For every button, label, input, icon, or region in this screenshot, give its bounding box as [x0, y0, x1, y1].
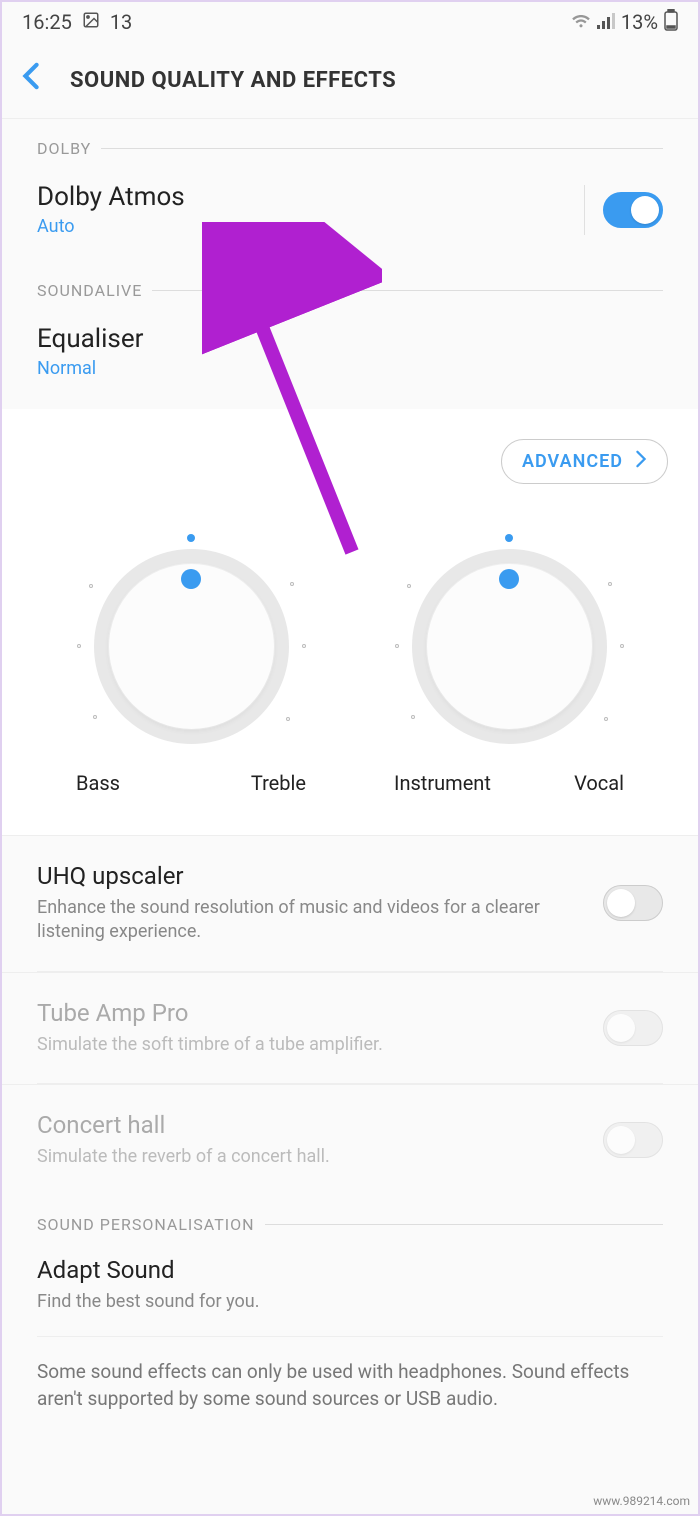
header: SOUND QUALITY AND EFFECTS	[2, 42, 698, 118]
chevron-right-icon	[635, 450, 647, 473]
instrument-vocal-dial[interactable]	[397, 534, 622, 759]
concert-hall-item: Concert hall Simulate the reverb of a co…	[2, 1084, 698, 1195]
dials-row: Bass Treble Instrument Vocal	[2, 514, 698, 795]
notification-count: 13	[110, 10, 132, 34]
image-icon	[82, 10, 100, 34]
dial-panel: ADVANCED Bass Treble	[2, 409, 698, 835]
battery-icon	[664, 9, 678, 36]
dolby-atmos-sub: Auto	[37, 216, 185, 237]
page-title: SOUND QUALITY AND EFFECTS	[70, 68, 396, 93]
watermark: www.989214.com	[593, 1494, 690, 1508]
status-right: 13%	[571, 9, 678, 36]
instrument-label: Instrument	[394, 771, 491, 795]
adapt-desc: Find the best sound for you.	[37, 1290, 663, 1314]
personalisation-header: SOUND PERSONALISATION	[37, 1215, 663, 1234]
bass-label: Bass	[76, 771, 120, 795]
bass-treble-dial-group: Bass Treble	[76, 534, 306, 795]
soundalive-header: SOUNDALIVE	[37, 281, 663, 300]
personalisation-section: SOUND PERSONALISATION Adapt Sound Find t…	[2, 1215, 698, 1336]
adapt-sound-item[interactable]: Adapt Sound Find the best sound for you.	[37, 1234, 663, 1336]
wifi-icon	[571, 10, 591, 34]
tube-title: Tube Amp Pro	[37, 999, 583, 1027]
dolby-atmos-title: Dolby Atmos	[37, 182, 185, 212]
vocal-label: Vocal	[574, 771, 624, 795]
bass-treble-dial[interactable]	[79, 534, 304, 759]
adapt-title: Adapt Sound	[37, 1256, 663, 1284]
dolby-section: DOLBY Dolby Atmos Auto SOUNDALIVE Equali…	[2, 139, 698, 399]
status-time: 16:25	[22, 10, 72, 34]
dolby-atmos-item[interactable]: Dolby Atmos Auto	[37, 158, 663, 261]
uhq-title: UHQ upscaler	[37, 862, 583, 890]
personalisation-label: SOUND PERSONALISATION	[37, 1215, 255, 1234]
divider	[2, 118, 698, 119]
uhq-item[interactable]: UHQ upscaler Enhance the sound resolutio…	[2, 835, 698, 971]
equaliser-item[interactable]: Equaliser Normal	[37, 300, 663, 399]
tube-desc: Simulate the soft timbre of a tube ampli…	[37, 1033, 583, 1057]
status-left: 16:25 13	[22, 10, 132, 34]
status-bar: 16:25 13 13%	[2, 2, 698, 42]
battery-percent: 13%	[621, 10, 658, 34]
concert-toggle	[603, 1122, 663, 1158]
dolby-header: DOLBY	[37, 139, 663, 158]
equaliser-title: Equaliser	[37, 324, 143, 354]
advanced-label: ADVANCED	[522, 451, 623, 472]
dolby-label: DOLBY	[37, 139, 91, 158]
soundalive-label: SOUNDALIVE	[37, 281, 142, 300]
equaliser-sub: Normal	[37, 358, 143, 379]
tube-toggle	[603, 1010, 663, 1046]
advanced-button[interactable]: ADVANCED	[501, 439, 668, 484]
dolby-atmos-toggle[interactable]	[603, 192, 663, 228]
tube-amp-item: Tube Amp Pro Simulate the soft timbre of…	[2, 972, 698, 1083]
footer-note: Some sound effects can only be used with…	[2, 1337, 698, 1434]
concert-title: Concert hall	[37, 1111, 583, 1139]
vertical-separator	[584, 185, 585, 235]
concert-desc: Simulate the reverb of a concert hall.	[37, 1145, 583, 1169]
treble-label: Treble	[251, 771, 306, 795]
uhq-toggle[interactable]	[603, 885, 663, 921]
instrument-vocal-labels: Instrument Vocal	[394, 771, 624, 795]
signal-icon	[597, 10, 615, 34]
instrument-vocal-dial-group: Instrument Vocal	[394, 534, 624, 795]
back-icon[interactable]	[22, 62, 40, 98]
uhq-desc: Enhance the sound resolution of music an…	[37, 896, 583, 945]
bass-treble-labels: Bass Treble	[76, 771, 306, 795]
